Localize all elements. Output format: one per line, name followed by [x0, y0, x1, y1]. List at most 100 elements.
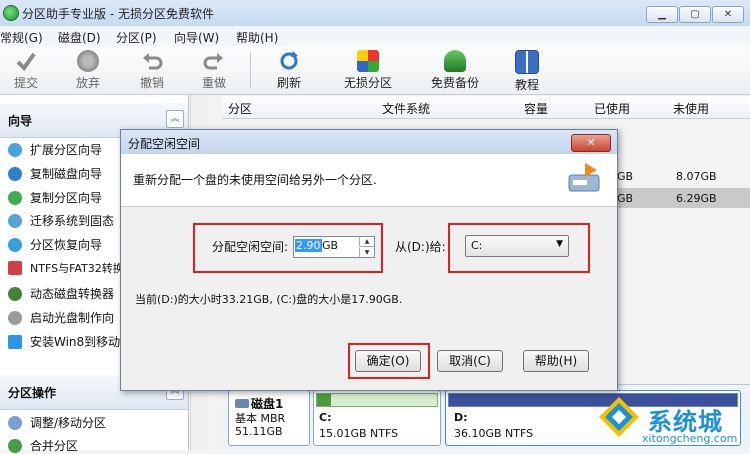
sidebar-item-win8-to-go[interactable]: 安装Win8到移动	[8, 333, 120, 350]
refresh-icon	[278, 50, 300, 72]
discard-label: 放弃	[75, 76, 100, 90]
close-button[interactable]: ✕	[712, 6, 744, 23]
disk-arrow-icon	[567, 161, 603, 197]
disk-info-box[interactable]: 磁盘1 基本 MBR 51.11GB	[228, 390, 310, 446]
partition-c-box[interactable]: C: 15.01GB NTFS	[313, 390, 441, 446]
convert-icon	[8, 261, 22, 275]
tutorial-label: 教程	[514, 78, 539, 92]
target-partition-select[interactable]: C: ▼	[465, 235, 569, 257]
dialog-description-band: 重新分配一个盘的未使用空间给另外一个分区.	[121, 154, 617, 207]
discard-button[interactable]: 放弃	[58, 50, 118, 91]
dialog-title-bar: 分配空闲空间	[121, 130, 617, 154]
partition-c-letter: C:	[319, 411, 332, 424]
cd-icon	[8, 311, 22, 325]
allocate-size-unit: GB	[322, 239, 339, 252]
stepper-up-button[interactable]: ▲	[359, 237, 374, 247]
column-used[interactable]: 已使用	[594, 100, 630, 117]
toolbar-separator	[250, 52, 251, 88]
disk-type: 基本 MBR	[235, 412, 286, 425]
windows-icon	[8, 335, 22, 349]
unused-cell: 6.29GB	[676, 192, 717, 205]
submit-label: 提交	[13, 76, 38, 90]
sidebar-item-partition-recovery[interactable]: 分区恢复向导	[8, 236, 102, 253]
undo-button[interactable]: 撤销	[122, 50, 182, 91]
watermark-url: xitongcheng.com	[642, 432, 738, 445]
sidebar-item-ntfs-fat32[interactable]: NTFS与FAT32转换	[8, 260, 124, 276]
free-backup-button[interactable]: 免费备份	[425, 50, 485, 91]
chevron-down-icon: ▼	[556, 239, 563, 249]
column-capacity[interactable]: 容量	[524, 100, 548, 117]
dialog-title: 分配空闲空间	[128, 137, 201, 151]
redo-icon	[203, 50, 225, 72]
sidebar-item-bootable-cd[interactable]: 启动光盘制作向	[8, 309, 114, 326]
tutorial-button[interactable]: 教程	[497, 50, 557, 93]
allocate-size-stepper[interactable]: 2.90 GB ▲ ▼	[293, 236, 375, 258]
backup-icon	[444, 50, 466, 72]
extend-icon	[8, 143, 22, 157]
recovery-icon	[8, 238, 22, 252]
allocate-label: 分配空闲空间:	[212, 240, 289, 254]
maximize-button[interactable]: ▢	[679, 6, 711, 23]
partition-d-letter: D:	[454, 411, 468, 424]
menu-bar	[0, 26, 750, 46]
undo-icon	[141, 50, 163, 72]
partition-d-info: 36.10GB NTFS	[454, 427, 534, 440]
migrate-icon	[8, 214, 22, 228]
allocate-space-dialog: 分配空闲空间 ✕ 重新分配一个盘的未使用空间给另外一个分区. 分配空闲空间: 2…	[120, 129, 618, 391]
dynamic-disk-icon	[8, 287, 22, 301]
app-logo-icon	[3, 5, 19, 21]
column-partition[interactable]: 分区	[228, 100, 252, 117]
sidebar-item-extend-partition[interactable]: 扩展分区向导	[8, 141, 102, 158]
merge-icon	[8, 439, 22, 453]
partition-ops-title: 分区操作	[8, 386, 57, 400]
free-backup-label: 免费备份	[430, 76, 479, 90]
cancel-button[interactable]: 取消(C)	[437, 350, 503, 372]
redo-label: 重做	[201, 76, 226, 90]
menu-disk[interactable]: 磁盘(D)	[58, 29, 101, 46]
discard-icon	[77, 50, 99, 72]
from-label: 从(D:)给:	[395, 240, 446, 254]
copy-disk-icon	[8, 167, 22, 181]
refresh-label: 刷新	[276, 76, 301, 90]
submit-button[interactable]: 提交	[0, 50, 56, 91]
minimize-button[interactable]: ▁	[646, 6, 678, 23]
partition-c-usage-bar	[316, 393, 438, 407]
help-button[interactable]: 帮助(H)	[523, 350, 589, 372]
allocate-size-value: 2.90	[295, 239, 322, 252]
size-info-text: 当前(D:)的大小时33.21GB, (C:)盘的大小是17.90GB.	[135, 293, 403, 306]
sidebar-item-copy-disk[interactable]: 复制磁盘向导	[8, 165, 102, 182]
used-cell: GB	[617, 170, 634, 183]
ok-button[interactable]: 确定(O)	[355, 350, 421, 372]
collapse-wizard-button[interactable]: ︽	[166, 110, 184, 128]
menu-wizard[interactable]: 向导(W)	[174, 29, 219, 46]
sidebar-item-resize-move[interactable]: 调整/移动分区	[8, 414, 106, 431]
menu-partition[interactable]: 分区(P)	[116, 29, 157, 46]
sidebar-item-copy-partition[interactable]: 复制分区向导	[8, 189, 102, 206]
target-partition-value: C:	[471, 239, 483, 252]
book-icon	[515, 50, 539, 74]
dialog-close-button[interactable]: ✕	[571, 134, 611, 152]
menu-help[interactable]: 帮助(H)	[236, 29, 278, 46]
sidebar-item-migrate-os[interactable]: 迁移系统到固态	[8, 212, 114, 229]
partition-c-usage-fill	[317, 394, 332, 406]
resize-icon	[8, 416, 22, 430]
unused-cell: 8.07GB	[676, 170, 717, 183]
partition-icon	[357, 50, 379, 72]
column-unused[interactable]: 未使用	[673, 100, 709, 117]
stepper-down-button[interactable]: ▼	[359, 248, 374, 257]
sidebar-item-dynamic-disk[interactable]: 动态磁盘转换器	[8, 285, 114, 302]
partition-c-info: 15.01GB NTFS	[319, 427, 399, 440]
lossless-partition-label: 无损分区	[343, 76, 392, 90]
refresh-button[interactable]: 刷新	[259, 50, 319, 91]
disk-icon	[235, 399, 249, 408]
used-cell: GB	[617, 192, 634, 205]
lossless-partition-button[interactable]: 无损分区	[338, 50, 398, 91]
check-icon	[15, 50, 37, 72]
column-filesystem[interactable]: 文件系统	[382, 100, 430, 117]
undo-label: 撤销	[139, 76, 164, 90]
menu-general[interactable]: 常规(G)	[0, 29, 43, 46]
window-title: 分区助手专业版 - 无损分区免费软件	[22, 7, 214, 21]
sidebar-item-merge[interactable]: 合并分区	[8, 437, 78, 454]
disk-size: 51.11GB	[235, 425, 283, 438]
redo-button[interactable]: 重做	[184, 50, 244, 91]
